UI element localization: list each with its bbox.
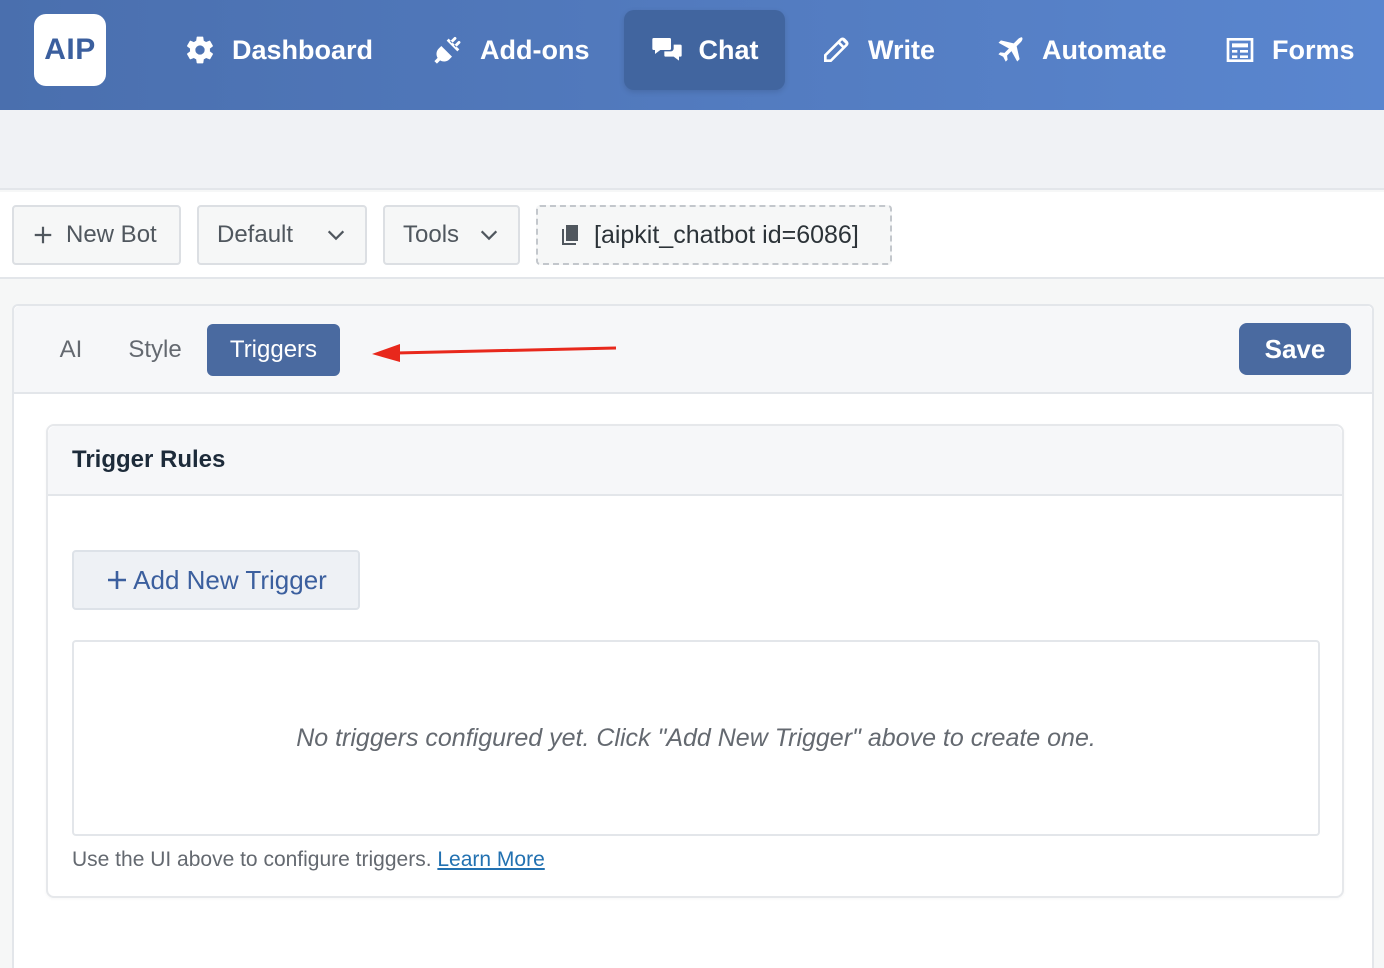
shortcode-text: [aipkit_chatbot id=6086]: [594, 220, 859, 249]
save-label: Save: [1264, 333, 1326, 364]
nav-label: Chat: [698, 34, 759, 65]
shortcode-copy-button[interactable]: [aipkit_chatbot id=6086]: [536, 205, 892, 265]
nav-item-automate[interactable]: Automate: [994, 10, 1167, 90]
tab-style[interactable]: Style: [114, 324, 196, 376]
help-text: Use the UI above to configure triggers. …: [72, 848, 545, 872]
trigger-rules-card: Trigger Rules Add New Trigger No trigger…: [46, 424, 1344, 898]
settings-tabbar: AI Style Triggers Save: [14, 306, 1372, 394]
nav-label: Write: [868, 34, 936, 65]
tab-ai[interactable]: AI: [46, 324, 96, 376]
nav-item-forms[interactable]: Forms: [1224, 10, 1355, 90]
tab-label: Style: [128, 336, 182, 363]
bot-select-value: Default: [217, 221, 294, 248]
add-trigger-label: Add New Trigger: [133, 564, 327, 595]
nav-label: Add-ons: [480, 34, 590, 65]
nav-label: Dashboard: [232, 34, 374, 65]
pencil-icon: [824, 37, 849, 62]
gear-icon: [187, 36, 213, 64]
nav-label: Automate: [1042, 34, 1167, 65]
tools-label: Tools: [403, 221, 460, 248]
new-bot-label: New Bot: [66, 221, 157, 248]
tools-dropdown[interactable]: Tools: [383, 205, 520, 265]
learn-more-link[interactable]: Learn More: [437, 848, 544, 871]
plane-icon: [998, 37, 1023, 62]
save-button[interactable]: Save: [1239, 323, 1351, 375]
plus-icon: [34, 226, 52, 244]
logo-text: AIP: [44, 33, 96, 66]
annotation-arrow: [372, 344, 617, 362]
add-new-trigger-button[interactable]: Add New Trigger: [72, 550, 360, 610]
chat-icon: [651, 38, 682, 61]
plug-icon: [434, 36, 461, 64]
copy-icon: [562, 225, 578, 245]
new-bot-button[interactable]: New Bot: [12, 205, 181, 265]
triggers-empty-state: No triggers configured yet. Click "Add N…: [72, 640, 1320, 836]
card-title: Trigger Rules: [72, 446, 226, 473]
nav-item-chat[interactable]: Chat: [624, 10, 785, 90]
nav-item-addons[interactable]: Add-ons: [432, 10, 589, 90]
chevron-down-icon: [327, 230, 345, 241]
help-message: Use the UI above to configure triggers.: [72, 848, 432, 871]
app-logo[interactable]: AIP: [34, 14, 106, 86]
top-navigation: AIP Dashboard Add-ons Chat Write Automat…: [0, 0, 1384, 110]
empty-message: No triggers configured yet. Click "Add N…: [296, 723, 1096, 752]
form-icon: [1226, 38, 1254, 62]
bot-select-dropdown[interactable]: Default: [197, 205, 367, 265]
tab-label: AI: [59, 336, 83, 363]
tab-label: Triggers: [229, 336, 318, 363]
card-header: Trigger Rules: [48, 426, 1342, 496]
nav-label: Forms: [1272, 34, 1355, 65]
tab-triggers[interactable]: Triggers: [207, 324, 340, 376]
nav-item-write[interactable]: Write: [820, 10, 935, 90]
notice-area: [0, 110, 1384, 190]
bot-settings-panel: AI Style Triggers Save Trigger Rules Add…: [12, 304, 1374, 968]
nav-item-dashboard[interactable]: Dashboard: [184, 10, 373, 90]
chevron-down-icon: [480, 230, 498, 241]
bot-toolbar: New Bot Default Tools [aipkit_chatbot id…: [0, 192, 1384, 279]
plus-icon: [108, 571, 127, 589]
